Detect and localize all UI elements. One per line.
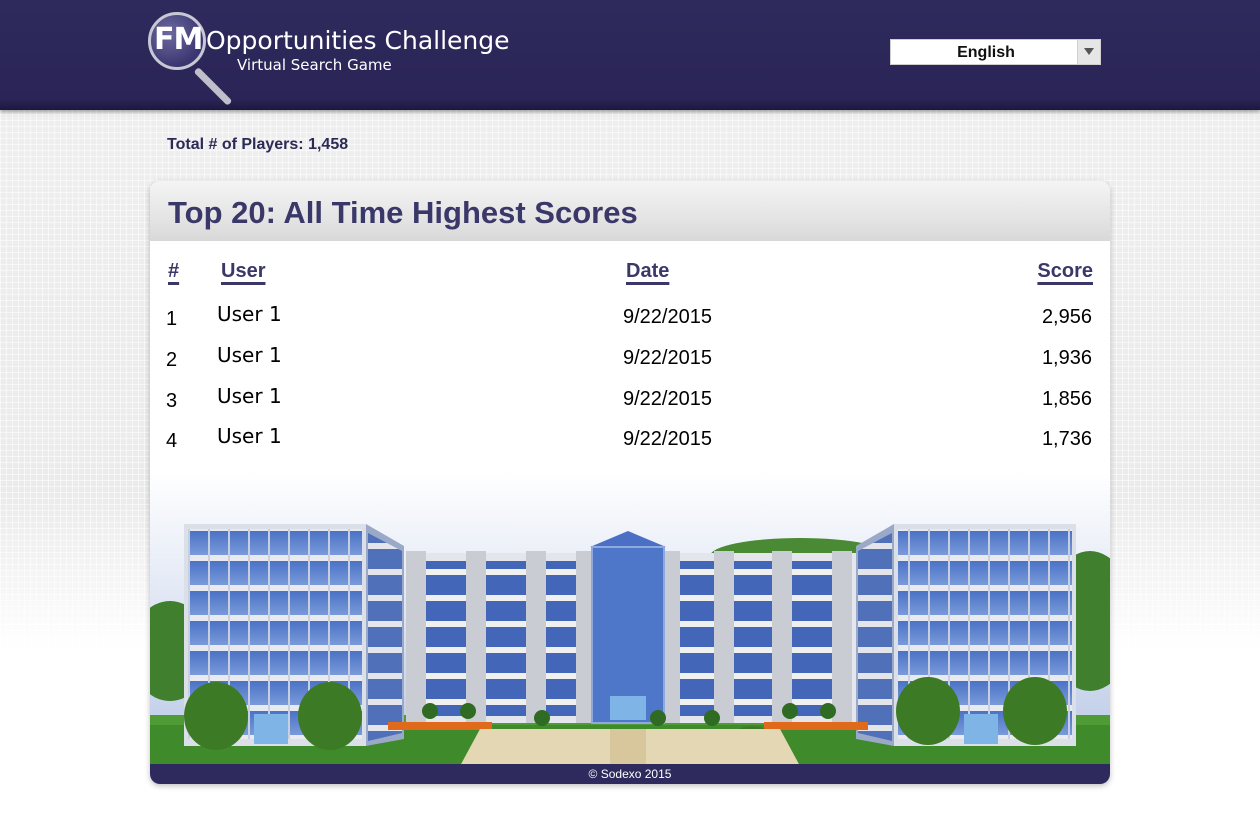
row-user: User 1 (217, 424, 282, 448)
entrance-door (610, 696, 646, 720)
row-user: User 1 (217, 384, 282, 408)
logo-subtitle: Virtual Search Game (237, 56, 392, 74)
row-date: 9/22/2015 (623, 388, 712, 410)
row-score: 1,936 (1041, 347, 1092, 369)
row-date: 9/22/2015 (623, 428, 712, 450)
leaderboard-header: Top 20: All Time Highest Scores (150, 181, 1110, 241)
total-players: Total # of Players: 1,458 (167, 136, 349, 153)
tree-icon (1003, 677, 1067, 745)
row-score: 1,856 (1041, 388, 1092, 410)
column-header-rank[interactable]: # (168, 260, 179, 283)
column-header-date[interactable]: Date (626, 260, 669, 283)
table-row: 4 User 1 9/22/2015 1,736 (150, 424, 1110, 464)
logo-fm-text: FM (154, 22, 203, 57)
row-rank: 1 (166, 308, 178, 330)
column-header-score[interactable]: Score (1037, 260, 1093, 283)
row-user: User 1 (217, 302, 282, 326)
row-rank: 3 (166, 390, 178, 412)
leaderboard-panel: Top 20: All Time Highest Scores # User D… (150, 181, 1110, 784)
row-date: 9/22/2015 (623, 306, 712, 328)
table-row: 2 User 1 9/22/2015 1,936 (150, 343, 1110, 383)
app-logo[interactable]: FM Opportunities Challenge Virtual Searc… (148, 10, 510, 106)
row-rank: 4 (166, 430, 178, 452)
row-score: 1,736 (1041, 428, 1092, 450)
logo-title: Opportunities Challenge (206, 26, 510, 55)
column-header-user[interactable]: User (221, 260, 265, 283)
table-row: 1 User 1 9/22/2015 2,956 (150, 302, 1110, 342)
tree-icon (298, 682, 362, 750)
language-select-value: English (957, 44, 1015, 61)
row-user: User 1 (217, 343, 282, 367)
table-row: 3 User 1 9/22/2015 1,856 (150, 384, 1110, 424)
row-score: 2,956 (1041, 306, 1092, 328)
tree-icon (184, 682, 248, 750)
header: FM Opportunities Challenge Virtual Searc… (0, 0, 1260, 110)
building-illustration (150, 471, 1110, 766)
tree-icon (896, 677, 960, 745)
row-rank: 2 (166, 349, 178, 371)
language-dropdown-button[interactable] (1077, 40, 1100, 64)
footer: © Sodexo 2015 (150, 764, 1110, 784)
magnifier-handle (193, 67, 233, 106)
dropdown-arrow-icon (1084, 48, 1094, 55)
leaderboard-title: Top 20: All Time Highest Scores (168, 195, 638, 230)
row-date: 9/22/2015 (623, 347, 712, 369)
language-select[interactable]: English (890, 39, 1101, 65)
